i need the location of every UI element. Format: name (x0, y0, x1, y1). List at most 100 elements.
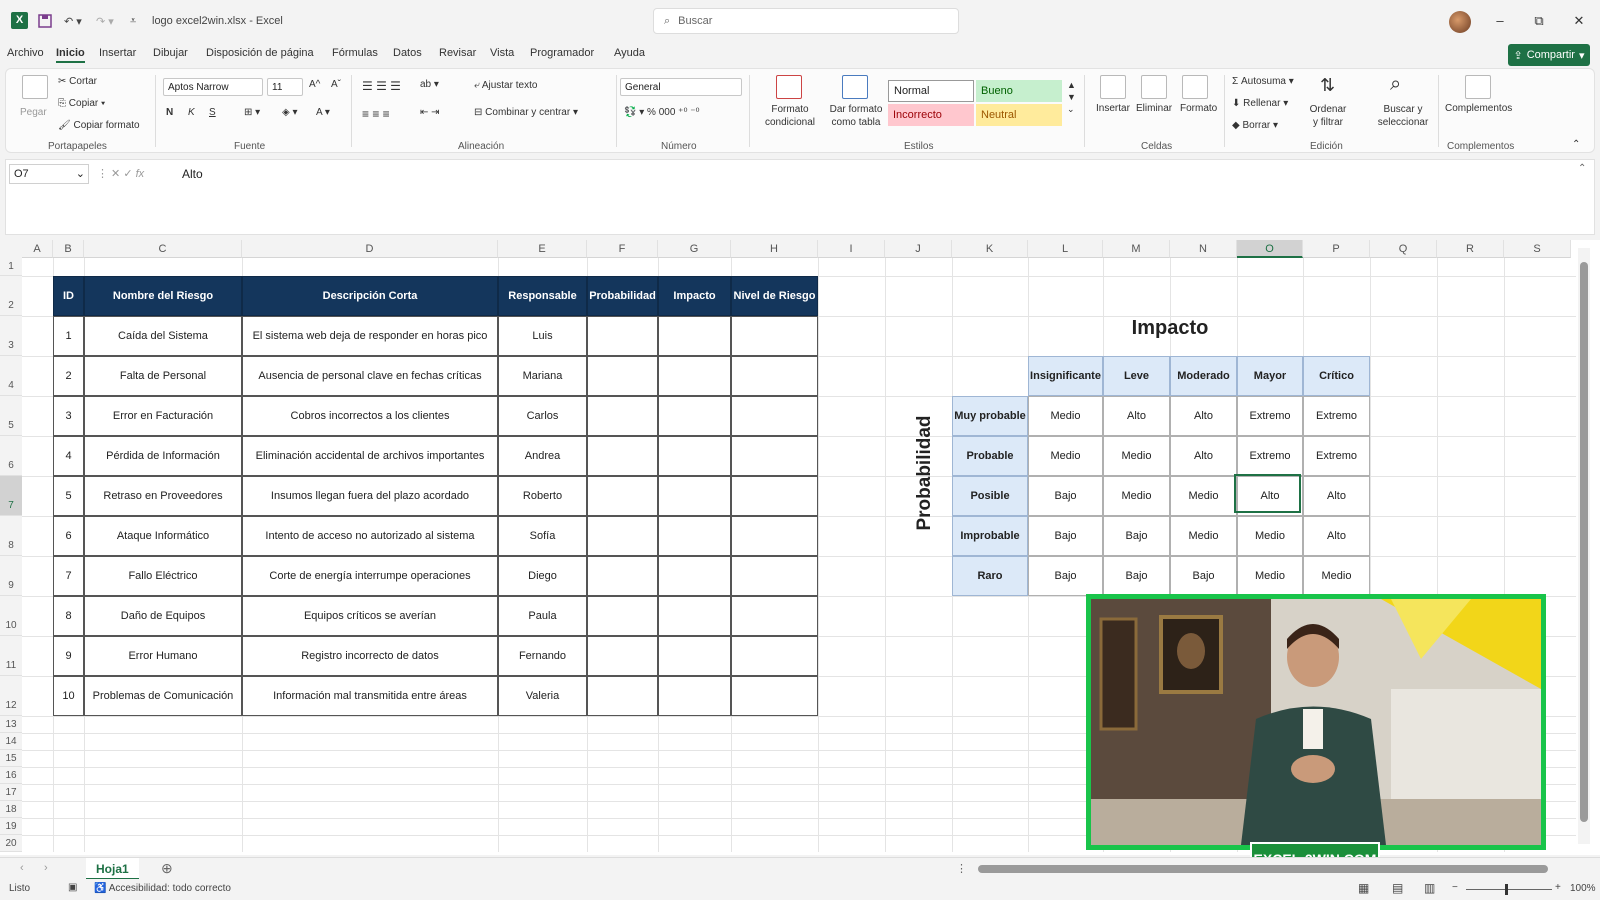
avatar[interactable] (1449, 11, 1471, 33)
row-header-16[interactable]: 16 (0, 767, 22, 784)
row-header-15[interactable]: 15 (0, 750, 22, 767)
column-header-d[interactable]: D (242, 240, 498, 258)
table-cell[interactable] (658, 516, 731, 556)
row-header-6[interactable]: 6 (0, 436, 22, 476)
table-cell[interactable]: 6 (53, 516, 84, 556)
matrix-impact-header[interactable]: Leve (1103, 356, 1170, 396)
indent-icon[interactable]: ⇤ ⇥ (420, 107, 440, 118)
table-cell[interactable]: 1 (53, 316, 84, 356)
matrix-cell[interactable]: Medio (1103, 436, 1170, 476)
row-header-9[interactable]: 9 (0, 556, 22, 596)
tab-inicio[interactable]: Inicio (56, 47, 85, 63)
column-header-s[interactable]: S (1504, 240, 1571, 258)
row-header-10[interactable]: 10 (0, 596, 22, 636)
next-sheet-icon[interactable]: › (44, 862, 48, 874)
column-header-b[interactable]: B (53, 240, 84, 258)
active-cell-selection[interactable] (1234, 474, 1301, 513)
sort-filter-button[interactable]: Ordenar y filtrar (1306, 103, 1350, 129)
conditional-format-button[interactable]: Formato condicional (758, 103, 822, 129)
styles-scroll-icon[interactable]: ▲ ▼ ⌄ (1067, 79, 1076, 115)
table-cell[interactable] (587, 676, 658, 716)
column-header-f[interactable]: F (587, 240, 658, 258)
name-box[interactable]: O7 ⌄ (9, 164, 89, 184)
merge-center-button[interactable]: ⊟ Combinar y centrar ▾ (474, 107, 578, 118)
table-cell[interactable]: Corte de energía interrumpe operaciones (242, 556, 498, 596)
table-cell[interactable] (587, 636, 658, 676)
shrink-font-icon[interactable]: Aˇ (331, 79, 341, 90)
tab-programador[interactable]: Programador (530, 47, 594, 59)
sheet-tab-hoja1[interactable]: Hoja1 (86, 858, 139, 880)
tab-insertar[interactable]: Insertar (99, 47, 136, 59)
italic-button[interactable]: K (188, 107, 195, 118)
table-cell[interactable]: Caída del Sistema (84, 316, 242, 356)
matrix-probability-label[interactable]: Muy probable (952, 396, 1028, 436)
table-cell[interactable] (658, 476, 731, 516)
column-header-j[interactable]: J (885, 240, 952, 258)
table-cell[interactable]: Intento de acceso no autorizado al siste… (242, 516, 498, 556)
row-header-20[interactable]: 20 (0, 835, 22, 852)
customize-qat-icon[interactable]: ⩡ (130, 12, 136, 30)
matrix-cell[interactable]: Medio (1237, 556, 1303, 596)
page-layout-icon[interactable]: ▤ (1392, 881, 1403, 895)
table-cell[interactable] (731, 516, 818, 556)
font-name-select[interactable]: Aptos Narrow (163, 78, 263, 96)
matrix-cell[interactable]: Alto (1170, 396, 1237, 436)
column-header-e[interactable]: E (498, 240, 587, 258)
table-cell[interactable]: Fernando (498, 636, 587, 676)
normal-view-icon[interactable]: ▦ (1358, 881, 1369, 895)
table-cell[interactable]: 7 (53, 556, 84, 596)
row-header-2[interactable]: 2 (0, 276, 22, 316)
table-header-cell[interactable]: Probabilidad (587, 276, 658, 316)
undo-icon[interactable]: ↶ ▾ (64, 12, 82, 30)
table-cell[interactable] (587, 556, 658, 596)
insert-cells-icon[interactable] (1100, 75, 1126, 99)
tab-archivo[interactable]: Archivo (7, 47, 44, 59)
collapse-ribbon-icon[interactable]: ⌃ (1572, 139, 1580, 150)
find-select-button[interactable]: Buscar y seleccionar (1368, 103, 1438, 129)
column-header-h[interactable]: H (731, 240, 818, 258)
expand-formula-icon[interactable]: ⌃ (1578, 163, 1586, 174)
table-cell[interactable]: Carlos (498, 396, 587, 436)
conditional-format-icon[interactable] (776, 75, 802, 99)
zoom-in-icon[interactable]: + (1555, 882, 1561, 893)
currency-icon[interactable]: 💱 ▾ % 000 ⁺⁰ ⁻⁰ (624, 107, 700, 118)
matrix-cell[interactable]: Bajo (1170, 556, 1237, 596)
table-cell[interactable] (731, 636, 818, 676)
matrix-cell[interactable]: Alto (1303, 476, 1370, 516)
table-cell[interactable]: Fallo Eléctrico (84, 556, 242, 596)
cut-button[interactable]: ✂ Cortar (58, 76, 97, 87)
matrix-cell[interactable]: Medio (1028, 436, 1103, 476)
paste-button[interactable]: Pegar (20, 107, 47, 118)
matrix-probability-label[interactable]: Posible (952, 476, 1028, 516)
table-cell[interactable]: 2 (53, 356, 84, 396)
matrix-cell[interactable]: Alto (1103, 396, 1170, 436)
borders-icon[interactable]: ⊞ ▾ (244, 107, 260, 118)
table-header-cell[interactable]: Nivel de Riesgo (731, 276, 818, 316)
table-cell[interactable]: Error en Facturación (84, 396, 242, 436)
matrix-cell[interactable]: Bajo (1028, 556, 1103, 596)
horizontal-scroll-thumb[interactable] (978, 865, 1548, 873)
table-cell[interactable]: Valeria (498, 676, 587, 716)
table-cell[interactable]: Roberto (498, 476, 587, 516)
table-cell[interactable]: 4 (53, 436, 84, 476)
tab-vista[interactable]: Vista (490, 47, 514, 59)
table-cell[interactable] (731, 356, 818, 396)
font-size-select[interactable]: 11 (267, 78, 303, 96)
copy-button[interactable]: ⎘ Copiar ▾ (58, 98, 105, 109)
matrix-cell[interactable]: Medio (1103, 476, 1170, 516)
number-format-select[interactable]: General (620, 78, 742, 96)
orientation-icon[interactable]: ab ▾ (420, 79, 439, 90)
matrix-cell[interactable]: Extremo (1303, 436, 1370, 476)
matrix-cell[interactable]: Medio (1170, 476, 1237, 516)
sort-filter-icon[interactable]: ⇅ (1320, 75, 1335, 96)
table-cell[interactable] (658, 596, 731, 636)
matrix-cell[interactable]: Bajo (1028, 516, 1103, 556)
column-header-r[interactable]: R (1437, 240, 1504, 258)
row-header-14[interactable]: 14 (0, 733, 22, 750)
style-good[interactable]: Bueno (976, 80, 1062, 102)
table-cell[interactable] (587, 356, 658, 396)
tab-split-icon[interactable]: ⋮ (956, 862, 967, 875)
row-header-11[interactable]: 11 (0, 636, 22, 676)
table-cell[interactable] (587, 396, 658, 436)
table-cell[interactable]: Mariana (498, 356, 587, 396)
